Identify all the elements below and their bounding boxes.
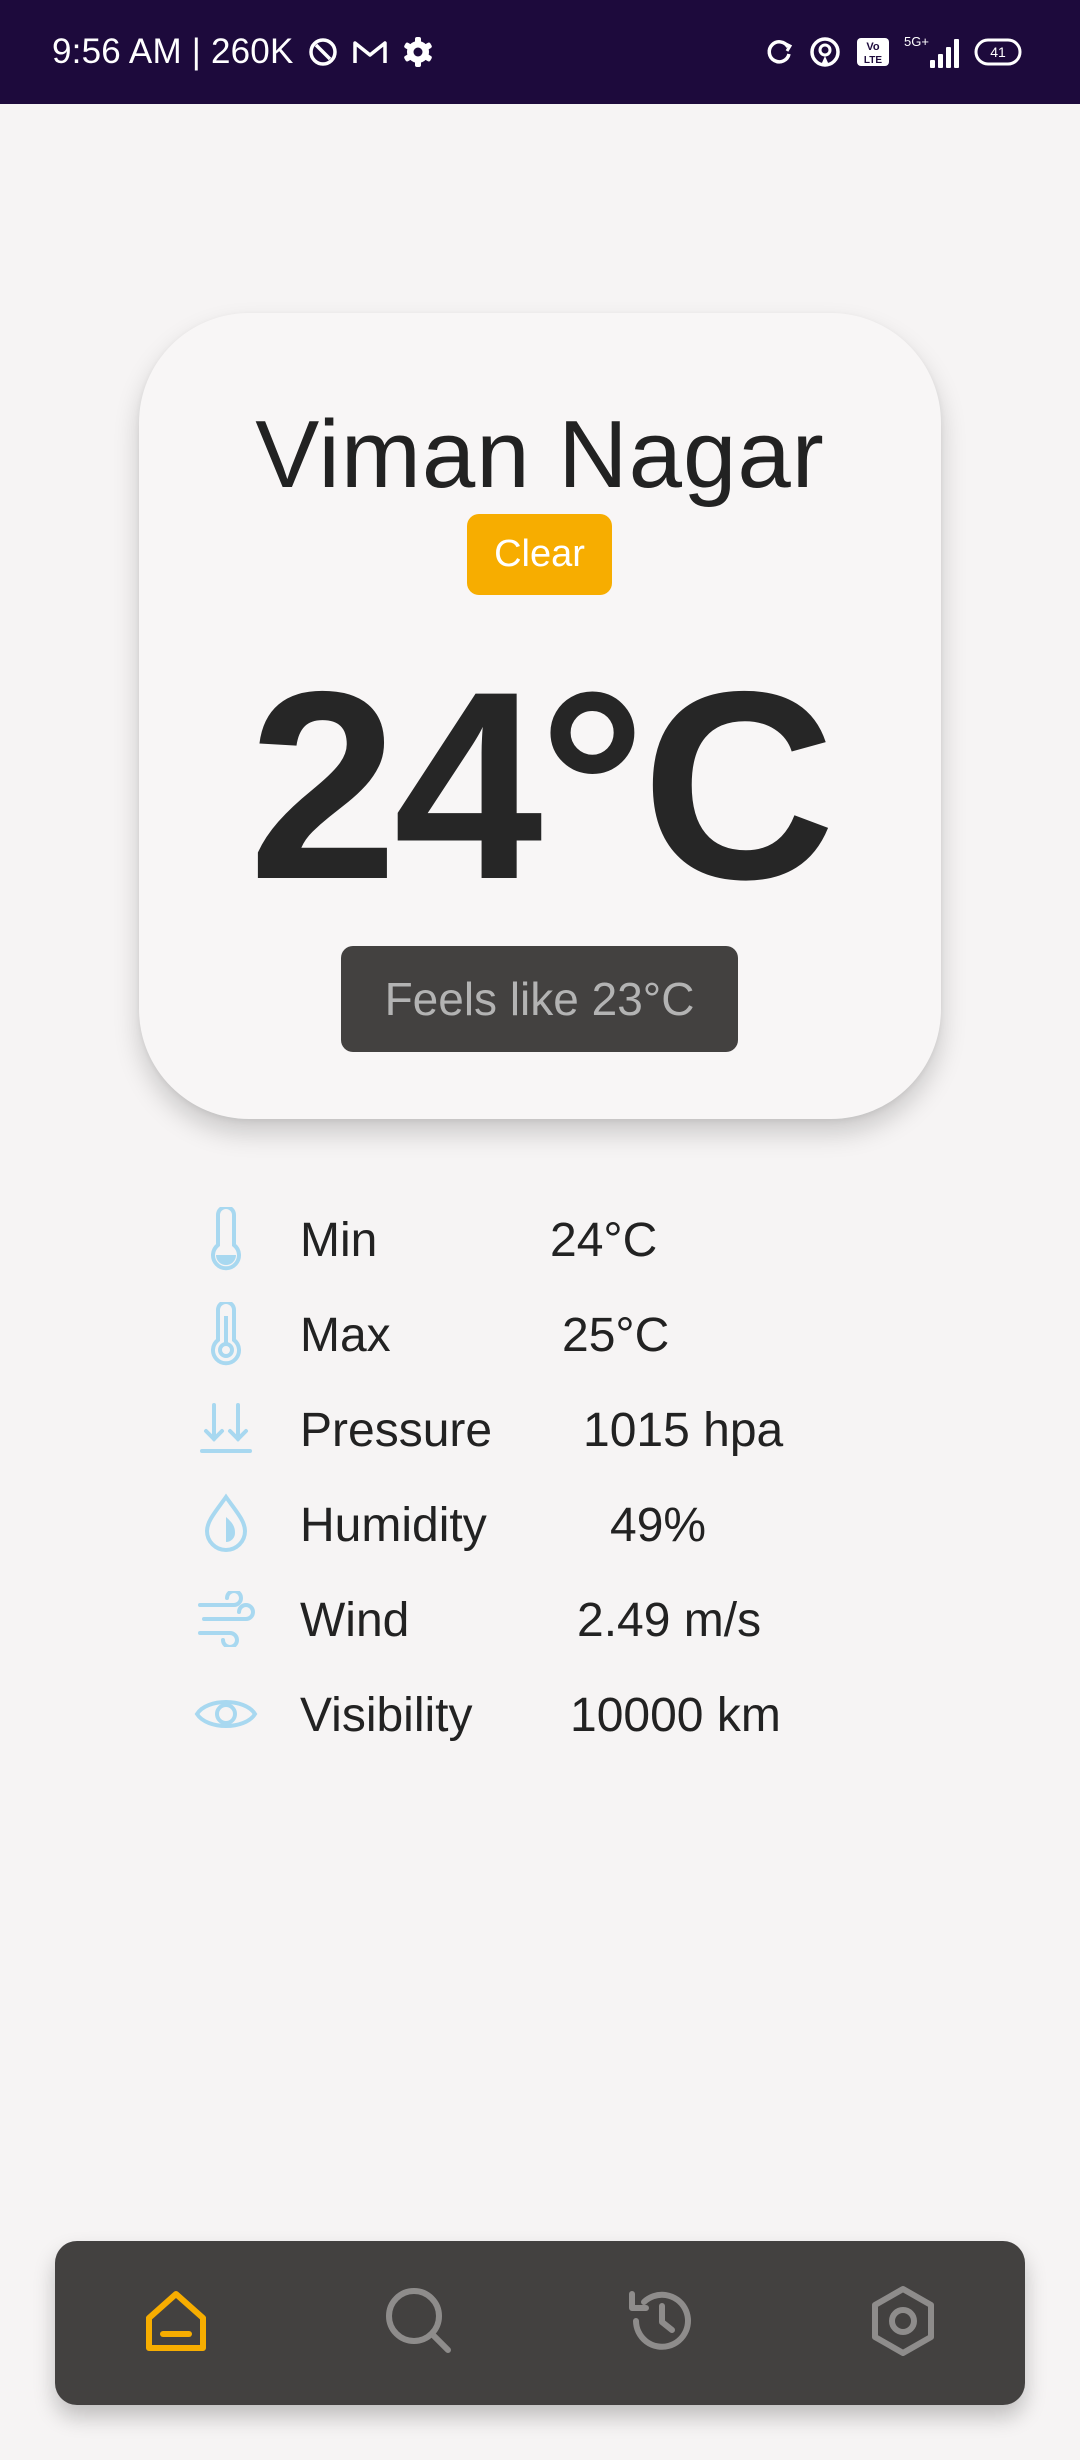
- svg-text:Vo: Vo: [866, 41, 880, 53]
- network-type-label: 5G+: [904, 34, 929, 49]
- status-right: Vo LTE 5G+ 41: [764, 0, 1024, 104]
- battery-icon: 41: [974, 38, 1024, 66]
- detail-value: 25°C: [562, 1309, 670, 1362]
- nav-home-button[interactable]: [126, 2273, 226, 2373]
- detail-label: Humidity: [300, 1499, 487, 1552]
- status-left: 9:56 AM | 260K: [52, 0, 434, 104]
- wind-icon: [190, 1591, 262, 1647]
- weather-card: Viman Nagar Clear 24°C Feels like 23°C: [139, 313, 941, 1119]
- nav-search-button[interactable]: [369, 2273, 469, 2373]
- detail-label: Min: [300, 1214, 378, 1267]
- gmail-icon: [352, 38, 388, 66]
- status-bar: 9:56 AM | 260K Vo LTE 5G+ 41: [0, 0, 1080, 104]
- thermometer-low-icon: [190, 1207, 262, 1271]
- detail-row-max: Max 25°C: [190, 1294, 890, 1374]
- nav-history-button[interactable]: [611, 2273, 711, 2373]
- current-temperature: 24°C: [248, 635, 836, 935]
- humidity-drop-icon: [190, 1493, 262, 1552]
- detail-label: Pressure: [300, 1404, 493, 1457]
- do-not-disturb-icon: [308, 37, 338, 67]
- detail-value: 10000 km: [570, 1689, 781, 1742]
- detail-row-visibility: Visibility 10000 km: [190, 1674, 890, 1754]
- volte-icon: Vo LTE: [856, 37, 890, 67]
- thermometer-high-icon: [190, 1302, 262, 1366]
- detail-value: 1015 hpa: [583, 1404, 784, 1457]
- detail-label: Visibility: [300, 1689, 473, 1742]
- signal-icon: 5G+: [904, 34, 960, 70]
- search-icon: [382, 2284, 456, 2363]
- feels-like-badge: Feels like 23°C: [341, 946, 738, 1052]
- visibility-eye-icon: [190, 1686, 262, 1742]
- detail-value: 2.49 m/s: [577, 1594, 762, 1647]
- home-icon: [141, 2286, 211, 2361]
- settings-gear-icon: [402, 36, 434, 68]
- condition-badge: Clear: [467, 514, 612, 595]
- bottom-navigation: [55, 2241, 1025, 2405]
- svg-text:LTE: LTE: [864, 55, 882, 66]
- nav-settings-button[interactable]: [853, 2273, 953, 2373]
- detail-row-min: Min 24°C: [190, 1199, 890, 1279]
- battery-level: 41: [990, 44, 1006, 60]
- hotspot-icon: [808, 35, 842, 69]
- detail-row-wind: Wind 2.49 m/s: [190, 1579, 890, 1659]
- pressure-arrows-icon: [190, 1401, 262, 1457]
- detail-label: Wind: [300, 1594, 410, 1647]
- status-time: 9:56 AM | 260K: [52, 32, 294, 71]
- detail-label: Max: [300, 1309, 391, 1362]
- detail-row-pressure: Pressure 1015 hpa: [190, 1389, 890, 1469]
- city-name: Viman Nagar: [255, 401, 825, 508]
- detail-value: 24°C: [550, 1214, 658, 1267]
- history-icon: [624, 2284, 698, 2363]
- settings-icon: [866, 2284, 940, 2363]
- sync-icon: [764, 37, 794, 67]
- detail-value: 49%: [610, 1499, 707, 1552]
- detail-row-humidity: Humidity 49%: [190, 1484, 890, 1564]
